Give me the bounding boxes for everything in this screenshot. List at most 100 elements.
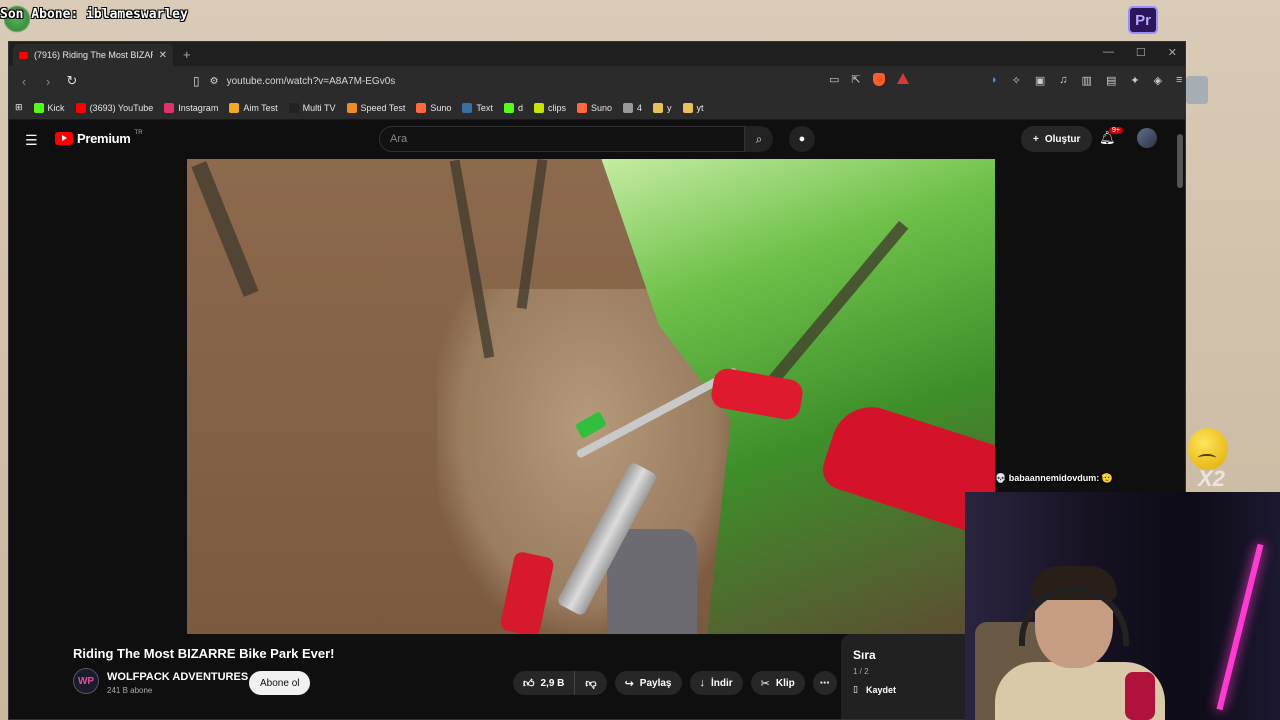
brave-shield-icon[interactable] [872,73,885,86]
cast-icon[interactable]: ▭ [829,73,839,86]
bookmark-item[interactable]: Multi TV [288,102,336,113]
close-window-button[interactable]: ✕ [1168,46,1177,59]
queue-panel: Sıra 1 / 2 ▯ Kaydet [841,634,981,719]
bookmark-label: Instagram [178,102,219,113]
share-button[interactable]: ↪ Paylaş [614,671,682,695]
url-text: youtube.com/watch?v=A8A7M-EGv0s [226,75,396,87]
vpn-icon[interactable]: ◈ [1154,74,1162,87]
bookmark-item[interactable]: Suno [576,102,612,113]
music-icon[interactable]: ♫ [1059,74,1067,87]
channel-subscribers: 241 B abone [107,686,153,695]
search-button[interactable]: ⌕ [745,126,773,152]
bookmark-item[interactable]: Suno [416,102,452,113]
youtube-logo[interactable]: Premium TR [55,129,143,146]
reload-button[interactable]: ↻ [65,73,79,89]
bookmark-item[interactable]: clips [533,102,566,113]
download-icon: ↓ [699,677,706,689]
channel-name[interactable]: WOLFPACK ADVENTURES [107,671,248,683]
video-actions: 👍︎ 2,9 B 👎︎ ↪ Paylaş ↓ İndir ✂ Klip ⋯ [513,671,837,695]
new-tab-button[interactable]: + [183,47,191,62]
search-icon: ⌕ [755,131,763,146]
bookmark-favicon-icon [653,102,664,113]
queue-save-button[interactable]: ▯ Kaydet [853,684,969,695]
bookmark-item[interactable]: d [503,102,523,113]
bookmark-favicon-icon [576,102,587,113]
bookmark-item[interactable]: Text [462,102,493,113]
bookmark-item[interactable]: Instagram [164,102,219,113]
video-tree-trunk [191,161,259,297]
tab-bar: (7916) Riding The Most BIZARRE ✕ + — ☐ ✕ [9,42,1185,66]
download-label: İndir [711,677,733,689]
youtube-brand: Premium [77,131,131,146]
download-button[interactable]: ↓ İndir [689,671,743,695]
hamburger-menu-icon[interactable]: ☰ [25,132,38,149]
more-actions-button[interactable]: ⋯ [812,671,837,695]
bookmark-favicon-icon [416,102,427,113]
microphone-icon: ● [798,133,806,145]
wallet-icon[interactable]: ▤ [1106,74,1116,87]
menu-icon[interactable]: ≡ [1176,74,1182,87]
minimize-button[interactable]: — [1103,46,1114,59]
leo-ai-icon[interactable]: ✦ [1130,74,1139,87]
webcam-neon-light [1216,543,1264,711]
bookmark-icon: ▯ [853,684,858,694]
bookmark-item[interactable]: (3693) YouTube [75,102,154,113]
screenshot-icon[interactable]: ▣ [1035,74,1045,87]
brave-rewards-icon[interactable] [896,73,909,84]
bookmark-item[interactable]: yt [682,102,704,113]
page-scrollbar[interactable] [1177,134,1183,188]
bookmark-label: (3693) YouTube [89,102,154,113]
bookmark-item[interactable]: Aim Test [229,102,278,113]
like-count: 2,9 B [540,677,565,689]
clip-label: Klip [775,677,795,689]
bookmark-favicon-icon [164,102,175,113]
create-label: Oluştur [1044,133,1081,145]
bookmark-item[interactable]: Kick [33,102,65,113]
region-code: TR [134,129,143,136]
close-tab-icon[interactable]: ✕ [159,50,167,61]
voice-search-button[interactable]: ● [789,126,815,152]
bookmark-label: Aim Test [243,102,278,113]
extension-toolbar: ◗ ✧ ▣ ♫ ▥ ▤ ✦ ◈ ≡ [991,74,1182,87]
plus-icon: + [1033,133,1039,145]
thumbs-up-icon: 👍︎ [523,677,535,690]
bookmark-item[interactable]: Speed Test [346,102,405,113]
bookmark-favicon-icon [33,102,44,113]
webcam-microphone [1125,672,1155,720]
search-input[interactable]: Ara [379,126,745,152]
bookmark-item[interactable]: 4 [623,102,642,113]
youtube-header: ☰ Premium TR Ara ⌕ ● + Oluştur 🔔︎ 9+ [9,120,1185,158]
maximize-button[interactable]: ☐ [1136,46,1146,59]
queue-save-label: Kaydet [865,684,896,695]
share-label: Paylaş [639,677,672,689]
bookmark-page-icon[interactable]: ▯ [193,74,200,88]
bookmark-favicon-icon [288,102,299,113]
site-info-icon[interactable]: ⚙ [210,76,219,87]
video-tree-trunk [516,159,548,309]
bookmark-favicon-icon [75,102,86,113]
share-icon[interactable]: ⇱ [851,73,860,86]
forward-button[interactable]: › [41,74,55,89]
url-actions: ▭ ⇱ [829,73,909,86]
bookmark-list: Kick (3693) YouTube Instagram Aim Test Multi… [33,102,704,113]
premiere-pro-icon[interactable]: Pr [1128,6,1158,34]
video-player[interactable] [187,159,995,634]
bookmark-item[interactable]: y [653,102,672,113]
webcam-feed [965,492,1280,720]
subscribe-button[interactable]: Abone ol [249,671,311,695]
like-button[interactable]: 👍︎ 2,9 B [513,671,576,695]
back-button[interactable]: ‹ [17,74,31,89]
youtube-favicon-icon [19,51,28,59]
channel-avatar[interactable]: WP [73,668,99,694]
tab-youtube-video[interactable]: (7916) Riding The Most BIZARRE ✕ [13,44,173,66]
account-avatar[interactable] [1137,128,1157,148]
create-button[interactable]: + Oluştur [1021,126,1093,152]
sidebar-icon[interactable]: ▥ [1082,74,1092,87]
clip-button[interactable]: ✂ Klip [750,671,805,695]
audio-playing-icon[interactable]: ◗ [991,74,998,87]
bookmark-label: Suno [430,102,452,113]
dislike-button[interactable]: 👎︎ [575,671,607,695]
more-dots-icon: ⋯ [819,677,830,689]
extensions-icon[interactable]: ✧ [1012,74,1021,87]
apps-grid-icon[interactable]: ⊞ [15,102,23,113]
